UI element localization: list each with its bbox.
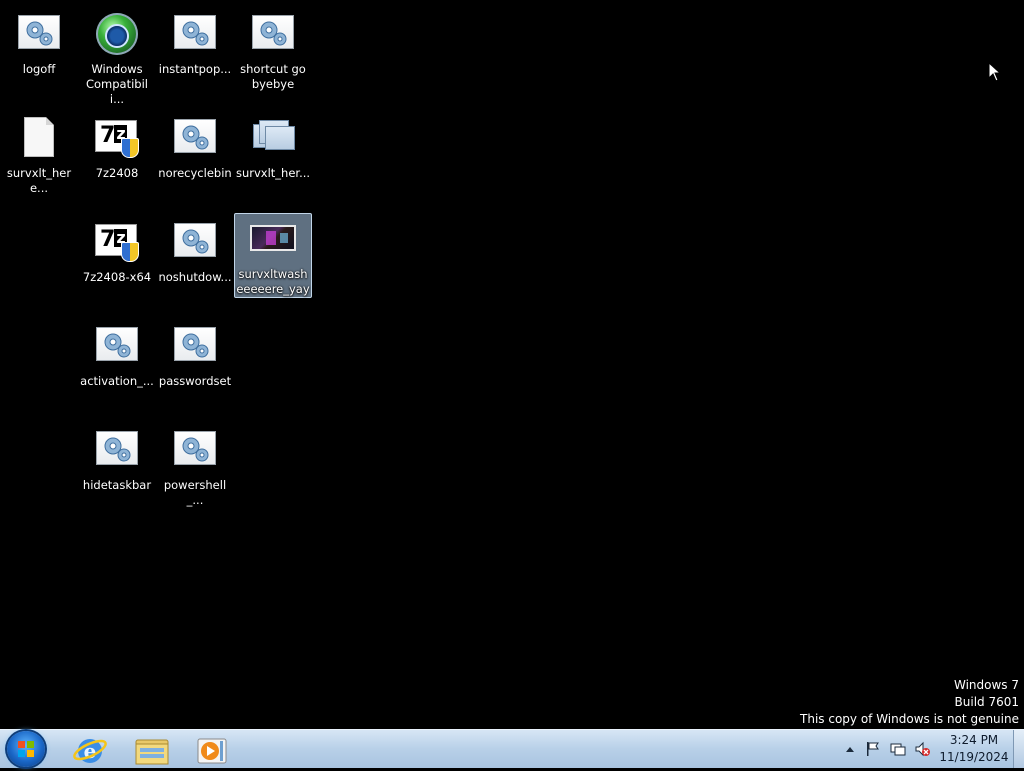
watermark-os: Windows 7 — [953, 678, 1019, 692]
icon-label: 7z2408-x64 — [82, 270, 152, 284]
show-hidden-icons-button[interactable] — [843, 743, 857, 755]
windows-watermark: Windows 7 Build 7601 This copy of Window… — [800, 677, 1019, 728]
desktop-icon-passwordset[interactable]: passwordset — [156, 320, 234, 404]
taskbar-media-player-button[interactable] — [188, 733, 236, 767]
desktop-icon-survxlt-her[interactable]: survxlt_her... — [234, 112, 312, 196]
taskbar-internet-explorer-button[interactable]: e — [66, 733, 114, 767]
compatibility-globe-icon — [93, 12, 141, 60]
volume-muted-icon[interactable] — [914, 741, 930, 757]
desktop-icon-7z2408-x64[interactable]: 7z 7z2408-x64 — [78, 216, 156, 300]
icon-label: hidetaskbar — [82, 478, 152, 492]
icon-label: activation_... — [80, 374, 154, 388]
gear-script-icon — [171, 324, 219, 372]
gear-script-icon — [171, 220, 219, 268]
video-thumbnail-icon — [249, 217, 297, 265]
desktop-icon-hidetaskbar[interactable]: hidetaskbar — [78, 424, 156, 508]
icon-label: passwordset — [158, 374, 232, 388]
show-desktop-button[interactable] — [1013, 730, 1024, 768]
gear-script-icon — [15, 12, 63, 60]
gear-script-icon — [171, 12, 219, 60]
desktop-icon-logoff[interactable]: logoff — [0, 8, 78, 92]
taskbar-clock[interactable]: 3:24 PM 11/19/2024 — [936, 732, 1012, 766]
icon-label: logoff — [22, 62, 56, 76]
gear-script-icon — [93, 428, 141, 476]
icon-label: powershell_... — [163, 478, 227, 507]
windows-stack-icon — [249, 116, 297, 164]
desktop-icon-7z2408[interactable]: 7z 7z2408 — [78, 112, 156, 196]
desktop-icon-survxlt-here[interactable]: survxlt_here... — [0, 112, 78, 196]
media-player-icon — [197, 738, 227, 764]
gear-script-icon — [171, 428, 219, 476]
clock-date: 11/19/2024 — [939, 750, 1009, 764]
desktop-icon-instantpop[interactable]: instantpop... — [156, 8, 234, 92]
icon-label: norecyclebin — [158, 166, 232, 180]
gear-script-icon — [249, 12, 297, 60]
icon-label: survxltwasheeeeere_yay — [236, 267, 310, 296]
desktop-icon-powershell[interactable]: powershell_... — [156, 424, 234, 508]
start-button[interactable] — [7, 731, 45, 767]
7zip-installer-icon: 7z — [93, 220, 141, 268]
icon-label: survxlt_here... — [6, 166, 72, 195]
taskbar-windows-explorer-button[interactable] — [128, 733, 176, 767]
icon-label: shortcut go byebye — [240, 62, 306, 91]
taskbar: e 3:24 PM 11/19/2024 — [0, 729, 1024, 768]
watermark-build: Build 7601 — [954, 695, 1019, 709]
icon-label: noshutdow... — [158, 270, 232, 284]
mouse-cursor-icon — [988, 62, 1002, 82]
icon-label: instantpop... — [158, 62, 232, 76]
watermark-genuine-notice: This copy of Windows is not genuine — [800, 712, 1019, 726]
icon-label: survxlt_her... — [235, 166, 311, 180]
desktop-icon-survxltwasheeeeere-yay[interactable]: survxltwasheeeeere_yay — [234, 213, 312, 298]
windows-explorer-icon — [135, 739, 169, 765]
internet-explorer-icon: e — [73, 739, 107, 763]
gear-script-icon — [171, 116, 219, 164]
7zip-installer-icon: 7z — [93, 116, 141, 164]
icon-label: Windows Compatibili... — [85, 62, 148, 106]
desktop-icon-noshutdown[interactable]: noshutdow... — [156, 216, 234, 300]
icon-label: 7z2408 — [95, 166, 139, 180]
clock-time: 3:24 PM — [949, 733, 999, 747]
desktop-icon-windows-compatibility[interactable]: Windows Compatibili... — [78, 8, 156, 106]
action-center-flag-icon[interactable] — [864, 741, 880, 757]
desktop-icon-activation[interactable]: activation_... — [78, 320, 156, 404]
desktop[interactable]: logoff survxlt_here... Windows Compatibi… — [0, 0, 1024, 729]
desktop-icon-norecyclebin[interactable]: norecyclebin — [156, 112, 234, 196]
windows-logo-icon — [18, 741, 34, 757]
document-icon — [15, 116, 63, 164]
desktop-icon-shortcut-go-byebye[interactable]: shortcut go byebye — [234, 8, 312, 92]
gear-script-icon — [93, 324, 141, 372]
network-icon[interactable] — [890, 741, 906, 757]
